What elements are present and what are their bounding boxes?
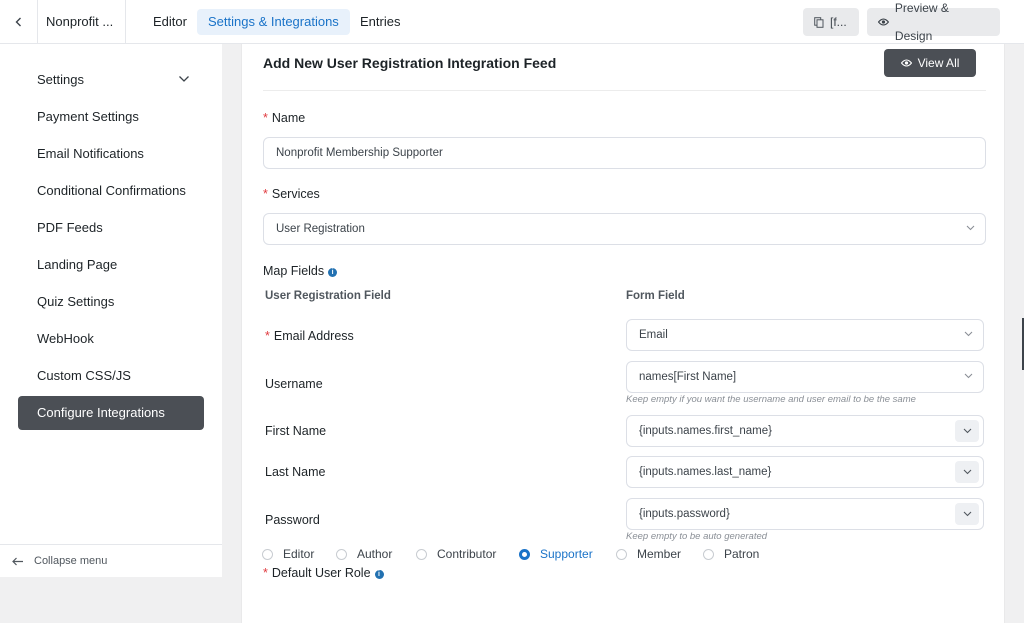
- chevron-down-icon: [966, 225, 975, 231]
- shortcode-button[interactable]: [f...: [803, 8, 859, 36]
- info-icon[interactable]: i: [328, 268, 338, 277]
- chevron-left-icon: [15, 17, 21, 27]
- field-label-username: Username: [265, 377, 323, 391]
- divider: [263, 90, 986, 91]
- sidebar-item-label: Settings: [37, 72, 84, 87]
- radio-circle: [416, 548, 427, 560]
- column-header-registration-field: User Registration Field: [265, 290, 391, 302]
- shortcode-dropdown-button[interactable]: [955, 503, 979, 525]
- chevron-down-icon: [964, 331, 973, 337]
- form-title: Nonprofit ...: [38, 0, 126, 44]
- email-address-select[interactable]: Email: [626, 319, 984, 351]
- role-radio-supporter[interactable]: Supporter: [519, 547, 593, 561]
- field-label-email-address: * Email Address: [265, 329, 354, 343]
- radio-label: Editor: [283, 547, 315, 561]
- username-select-value: names[First Name]: [639, 371, 737, 383]
- password-hint: Keep empty to be auto generated: [626, 531, 768, 542]
- radio-circle: [519, 548, 530, 560]
- preview-design-button[interactable]: Preview & Design: [867, 1, 1000, 43]
- sidebar: Settings Payment Settings Email Notifica…: [0, 44, 222, 577]
- radio-label: Contributor: [437, 547, 497, 561]
- sidebar-item-email-notifications[interactable]: Email Notifications: [18, 137, 204, 171]
- required-marker: *: [263, 187, 268, 201]
- role-radio-contributor[interactable]: Contributor: [416, 547, 496, 561]
- field-label-last-name: Last Name: [265, 465, 326, 479]
- required-marker: *: [265, 329, 270, 343]
- default-user-role-label: * Default User Role i: [263, 566, 384, 580]
- field-label-first-name: First Name: [265, 424, 327, 438]
- chevron-down-icon: [963, 428, 971, 434]
- first-name-input-value: {inputs.names.first_name}: [639, 425, 772, 437]
- sidebar-item-landing-page[interactable]: Landing Page: [18, 248, 204, 282]
- first-name-input[interactable]: {inputs.names.first_name}: [626, 415, 984, 447]
- shortcode-label: [f...: [830, 15, 847, 29]
- last-name-input[interactable]: {inputs.names.last_name}: [626, 456, 984, 488]
- radio-label: Member: [637, 547, 682, 561]
- arrow-left-icon: [12, 557, 23, 565]
- tab-entries[interactable]: Entries: [349, 9, 411, 35]
- page-title: Add New User Registration Integration Fe…: [263, 55, 557, 71]
- required-marker: *: [263, 566, 268, 580]
- radio-circle: [616, 548, 627, 560]
- chevron-down-icon: [963, 469, 971, 475]
- radio-circle: [262, 548, 273, 560]
- back-button[interactable]: [0, 0, 38, 44]
- sidebar-item-custom-css-js[interactable]: Custom CSS/JS: [18, 359, 204, 393]
- services-label: * Services: [263, 187, 320, 201]
- sidebar-item-payment-settings[interactable]: Payment Settings: [18, 100, 204, 134]
- role-radio-author[interactable]: Author: [336, 547, 392, 561]
- email-address-select-value: Email: [639, 329, 668, 341]
- name-input[interactable]: Nonprofit Membership Supporter: [263, 137, 986, 169]
- tab-editor[interactable]: Editor: [142, 9, 198, 35]
- tab-settings-integrations[interactable]: Settings & Integrations: [197, 9, 350, 35]
- radio-label: Supporter: [540, 547, 593, 561]
- collapse-menu-button[interactable]: Collapse menu: [0, 544, 222, 577]
- sidebar-item-pdf-feeds[interactable]: PDF Feeds: [18, 211, 204, 245]
- chevron-down-icon: [964, 373, 973, 379]
- required-marker: *: [263, 111, 268, 125]
- collapse-menu-label: Collapse menu: [34, 555, 108, 567]
- radio-circle: [336, 548, 347, 560]
- chevron-down-icon: [963, 511, 971, 517]
- role-radio-member[interactable]: Member: [616, 547, 681, 561]
- sidebar-item-conditional-confirmations[interactable]: Conditional Confirmations: [18, 174, 204, 208]
- map-fields-label: Map Fields i: [263, 264, 338, 278]
- role-radio-patron[interactable]: Patron: [703, 547, 759, 561]
- role-radio-editor[interactable]: Editor: [262, 547, 314, 561]
- radio-label: Author: [357, 547, 393, 561]
- last-name-input-value: {inputs.names.last_name}: [639, 466, 772, 478]
- copy-icon: [814, 16, 824, 28]
- eye-icon: [878, 18, 889, 26]
- sidebar-item-settings[interactable]: Settings: [18, 63, 204, 97]
- view-all-button[interactable]: View All: [884, 49, 976, 77]
- services-select[interactable]: User Registration: [263, 213, 986, 245]
- password-input[interactable]: {inputs.password}: [626, 498, 984, 530]
- top-bar: Nonprofit ... Editor Settings & Integrat…: [0, 0, 1024, 44]
- name-label: * Name: [263, 111, 306, 125]
- info-icon[interactable]: i: [374, 570, 384, 579]
- shortcode-dropdown-button[interactable]: [955, 461, 979, 483]
- radio-label: Patron: [724, 547, 760, 561]
- radio-circle: [703, 548, 714, 560]
- sidebar-item-configure-integrations[interactable]: Configure Integrations: [18, 396, 204, 430]
- column-header-form-field: Form Field: [626, 290, 685, 302]
- password-input-value: {inputs.password}: [639, 508, 730, 520]
- shortcode-dropdown-button[interactable]: [955, 420, 979, 442]
- eye-icon: [900, 59, 912, 67]
- chevron-down-icon: [179, 76, 189, 82]
- username-select[interactable]: names[First Name]: [626, 361, 984, 393]
- preview-design-label: Preview & Design: [894, 1, 949, 43]
- view-all-label: View All: [917, 56, 960, 70]
- sidebar-item-quiz-settings[interactable]: Quiz Settings: [18, 285, 204, 319]
- field-label-password: Password: [265, 513, 320, 527]
- username-hint: Keep empty if you want the username and …: [626, 394, 916, 405]
- sidebar-item-webhook[interactable]: WebHook: [18, 322, 204, 356]
- services-select-value: User Registration: [276, 223, 365, 235]
- integration-feed-panel: Add New User Registration Integration Fe…: [241, 44, 1005, 623]
